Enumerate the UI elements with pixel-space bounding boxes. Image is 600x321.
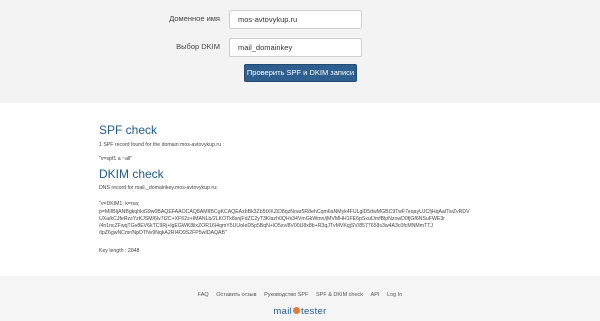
check-form-panel: Доменное имя mos-avtovykup.ru Выбор DKIM… (0, 0, 600, 103)
spf-title: SPF check (99, 123, 158, 137)
footer-links: FAQ Оставить отзыв Руководство SPF SPF &… (0, 292, 600, 298)
footer-link-api[interactable]: API (371, 292, 380, 298)
domain-row: Доменное имя mos-avtovykup.ru (0, 10, 600, 30)
dkim-key-length: Key length : 2048 (99, 248, 140, 254)
dkim-title: DKIM check (99, 167, 164, 181)
dkim-record-line3: UXa/kCJfeRzsYzKJSM/6lv7t2C+XF62z+IMANLb/… (99, 216, 445, 222)
gear-icon (293, 307, 301, 314)
footer: FAQ Оставить отзыв Руководство SPF SPF &… (0, 276, 600, 321)
spf-found-text: 1 SPF record found for the domain mos-av… (99, 142, 224, 148)
footer-link-feedback[interactable]: Оставить отзыв (216, 292, 256, 298)
dkim-selector-label: Выбор DKIM (176, 42, 220, 51)
logo-text-right: tester (301, 306, 327, 317)
domain-input[interactable]: mos-avtovykup.ru (229, 10, 362, 29)
footer-link-faq[interactable]: FAQ (198, 292, 209, 298)
check-spf-dkim-button[interactable]: Проверить SPF и DKIM записи (244, 64, 357, 82)
spf-record: "v=spf1 a ~all" (99, 156, 133, 162)
dkim-record-line1: "v=DKIM1; k=rsa; (99, 201, 140, 207)
dkim-selector-input[interactable]: mail_domainkey (229, 38, 362, 57)
footer-link-spf-dkim-check[interactable]: SPF & DKIM check (316, 292, 363, 298)
dkim-record-line5: /tpZ6gwNCmr/NpDTNv9NqkA2RI4O9S2FP5wIDAQA… (99, 230, 227, 236)
dkim-record-line2: p=MIIBIjANBgkqhkiG9w0BAQEFAAOCAQ8AMIIBCg… (99, 209, 470, 215)
footer-link-spf-guide[interactable]: Руководство SPF (264, 292, 308, 298)
footer-link-login[interactable]: Log In (387, 292, 402, 298)
domain-label: Доменное имя (169, 14, 220, 23)
dkim-record-line4: /4n1ncZFwqTGv8EV6kTC9Rj+lgEGWK8ilxZOR16I… (99, 223, 434, 229)
dkim-found-text: DNS record for mail._domainkey.mos-avtov… (99, 185, 218, 191)
dkim-row: Выбор DKIM mail_domainkey (0, 38, 600, 58)
mail-tester-logo[interactable]: mail tester (0, 306, 600, 317)
logo-text-left: mail (273, 306, 293, 317)
